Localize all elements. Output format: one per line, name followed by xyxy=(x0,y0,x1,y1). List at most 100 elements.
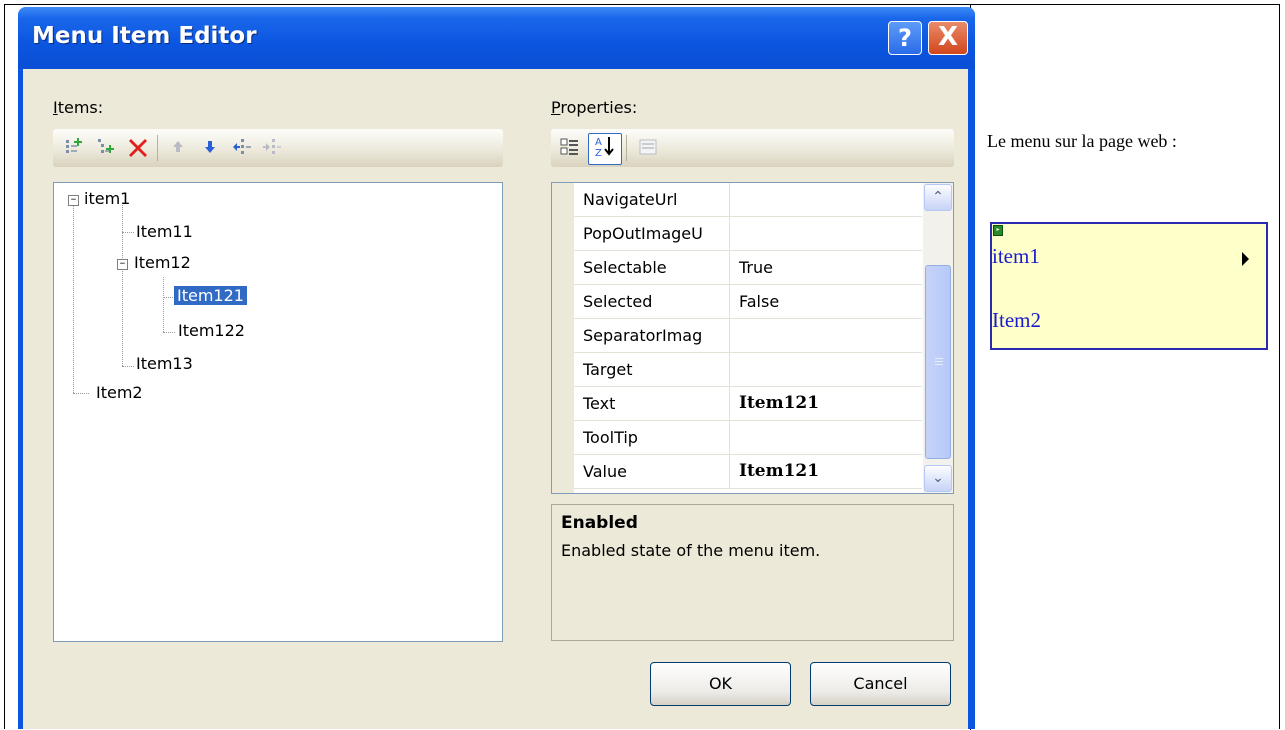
add-root-item-button[interactable] xyxy=(61,136,87,160)
help-button[interactable]: ? xyxy=(888,21,922,55)
indent-button[interactable] xyxy=(259,136,285,160)
tree-item-item2[interactable]: Item2 xyxy=(96,383,143,402)
remove-item-button[interactable] xyxy=(125,136,151,160)
property-name: Selectable xyxy=(574,251,730,284)
property-row[interactable]: NavigateUrl xyxy=(574,183,922,217)
property-description-panel: Enabled Enabled state of the menu item. xyxy=(551,504,954,641)
tree-item-item11[interactable]: Item11 xyxy=(136,222,193,241)
outdent-button[interactable] xyxy=(229,136,255,160)
close-icon: X xyxy=(937,22,959,52)
property-row[interactable]: Value Item121 xyxy=(574,455,922,489)
tree-item-item12[interactable]: Item12 xyxy=(134,253,191,272)
property-value[interactable]: False xyxy=(739,285,919,318)
property-row[interactable]: ToolTip xyxy=(574,421,922,455)
property-name: SeparatorImag xyxy=(574,319,730,352)
scroll-grip xyxy=(935,361,943,362)
toolbar-separator xyxy=(626,135,627,161)
property-value[interactable]: True xyxy=(739,251,919,284)
property-name: ToolTip xyxy=(574,421,730,454)
properties-label: Properties: xyxy=(551,98,637,117)
dialog-title: Menu Item Editor xyxy=(32,23,257,49)
move-down-icon xyxy=(205,141,215,153)
add-root-item-icon xyxy=(66,138,82,153)
cancel-button[interactable]: Cancel xyxy=(810,662,951,706)
svg-text:A: A xyxy=(595,137,602,148)
alphabetical-sort-icon: AZ xyxy=(595,137,614,159)
dialog-client-area: Items: − − item1 Item11 Item12 Item121 I… xyxy=(23,69,968,729)
move-down-button[interactable] xyxy=(197,136,223,160)
tree-item-item121[interactable]: Item121 xyxy=(174,286,247,305)
items-tree[interactable]: − − item1 Item11 Item12 Item121 Item122 … xyxy=(53,182,503,642)
properties-label-text: roperties: xyxy=(560,98,638,117)
scroll-up-button[interactable]: ⌃ xyxy=(924,184,952,211)
property-row[interactable]: Selected False xyxy=(574,285,922,319)
property-row[interactable]: PopOutImageU xyxy=(574,217,922,251)
collapse-icon[interactable]: − xyxy=(117,259,128,270)
title-bar[interactable]: Menu Item Editor ? X xyxy=(18,7,975,69)
tree-line xyxy=(122,205,123,366)
svg-text:Z: Z xyxy=(595,148,602,159)
add-child-item-button[interactable] xyxy=(93,136,119,160)
property-grid-margin xyxy=(552,183,574,493)
property-value[interactable]: Item121 xyxy=(739,387,919,420)
properties-label-accelerator: P xyxy=(551,98,561,117)
property-name: Selected xyxy=(574,285,730,318)
tree-line xyxy=(163,332,175,333)
help-icon: ? xyxy=(898,24,912,52)
scroll-grip xyxy=(935,358,943,359)
categorized-icon xyxy=(560,138,578,155)
property-name: NavigateUrl xyxy=(574,183,730,216)
ok-button[interactable]: OK xyxy=(650,662,791,706)
tree-line xyxy=(73,204,74,393)
items-toolbar xyxy=(53,129,503,167)
move-up-button[interactable] xyxy=(165,136,191,160)
side-caption: Le menu sur la page web : xyxy=(987,131,1177,151)
toolbar-separator xyxy=(157,135,158,161)
scroll-thumb[interactable] xyxy=(925,265,951,459)
properties-toolbar: AZ xyxy=(551,129,954,167)
property-row[interactable]: SeparatorImag xyxy=(574,319,922,353)
chevron-down-icon: ⌄ xyxy=(932,470,944,486)
scroll-down-button[interactable]: ⌄ xyxy=(924,465,952,492)
property-row[interactable]: Selectable True xyxy=(574,251,922,285)
chevron-up-icon: ⌃ xyxy=(932,189,944,205)
tree-item-item122[interactable]: Item122 xyxy=(178,321,245,340)
tree-item-item1[interactable]: item1 xyxy=(84,189,130,208)
collapse-icon[interactable]: − xyxy=(68,195,79,206)
scroll-grip xyxy=(935,364,943,365)
menu-preview: ▸ item1 Item2 xyxy=(990,222,1268,350)
menu-item-item2[interactable]: Item2 xyxy=(992,308,1041,333)
property-name: Target xyxy=(574,353,730,386)
property-name: Value xyxy=(574,455,730,488)
tree-line xyxy=(122,366,134,367)
add-child-item-icon xyxy=(98,139,114,153)
remove-item-icon xyxy=(129,139,147,157)
items-label-text: tems: xyxy=(57,98,104,117)
submenu-arrow-icon xyxy=(1242,252,1249,266)
description-text: Enabled state of the menu item. xyxy=(561,541,821,560)
property-name: Text xyxy=(574,387,730,420)
skip-link-icon: ▸ xyxy=(993,225,1003,236)
property-value[interactable]: Item121 xyxy=(739,455,919,488)
property-row[interactable]: Text Item121 xyxy=(574,387,922,421)
alphabetical-button[interactable]: AZ xyxy=(588,133,622,165)
categorized-button[interactable] xyxy=(557,136,583,160)
tree-item-item13[interactable]: Item13 xyxy=(136,354,193,373)
property-pages-button[interactable] xyxy=(635,136,661,160)
outdent-icon xyxy=(233,139,251,154)
close-button[interactable]: X xyxy=(928,21,968,55)
indent-icon xyxy=(263,139,281,154)
move-up-icon xyxy=(173,141,183,152)
property-name: PopOutImageU xyxy=(574,217,730,250)
menu-item-editor-dialog: Menu Item Editor ? X Items: − − item1 It… xyxy=(18,7,975,729)
property-grid[interactable]: NavigateUrl PopOutImageU Selectable True … xyxy=(551,182,954,494)
items-label: Items: xyxy=(53,98,103,117)
property-row[interactable]: Target xyxy=(574,353,922,387)
tree-line xyxy=(122,232,134,233)
description-title: Enabled xyxy=(561,513,638,533)
tree-line xyxy=(163,277,164,332)
property-pages-icon xyxy=(639,139,657,155)
tree-line xyxy=(73,393,89,394)
property-grid-scrollbar[interactable]: ⌃ ⌄ xyxy=(923,183,953,493)
menu-item-item1[interactable]: item1 xyxy=(992,244,1040,269)
